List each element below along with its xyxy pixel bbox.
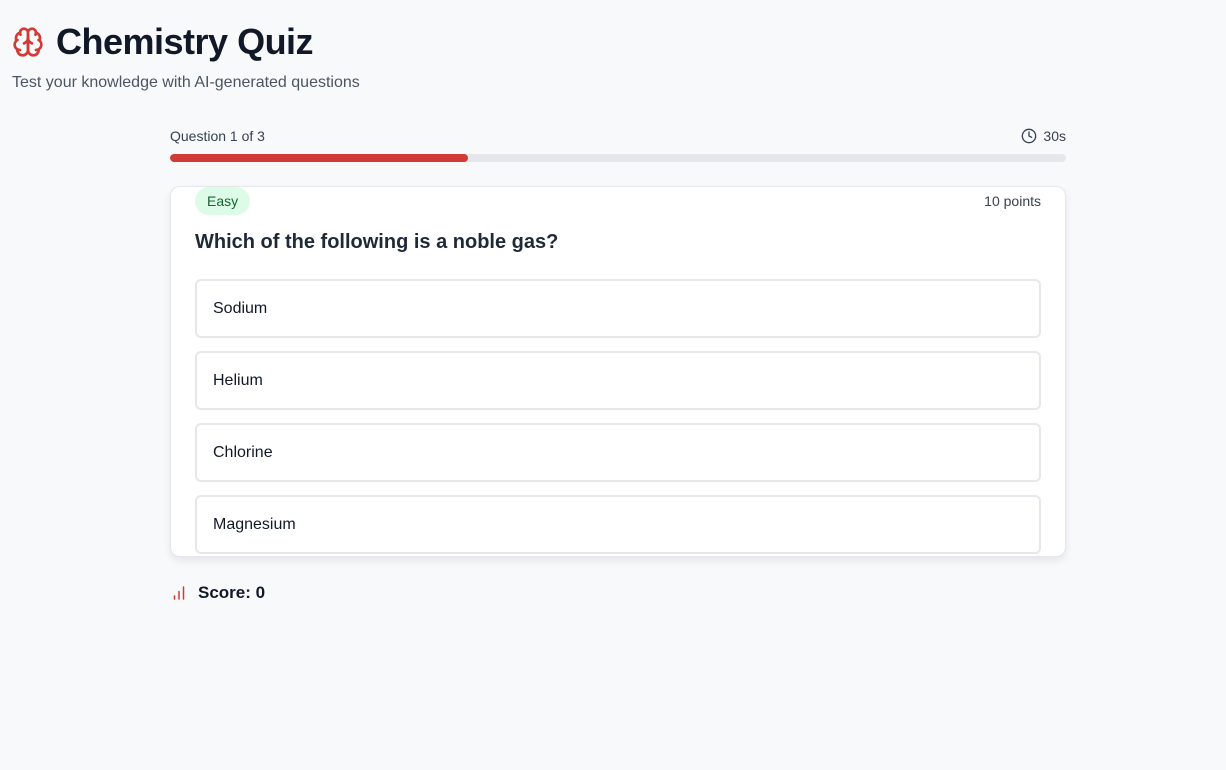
- question-text: Which of the following is a noble gas?: [195, 231, 559, 253]
- page-header: Chemistry Quiz Test your knowledge with …: [12, 20, 360, 92]
- title-row: Chemistry Quiz: [12, 20, 360, 64]
- question-counter: Question 1 of 3: [170, 128, 265, 144]
- answer-option[interactable]: Sodium: [195, 279, 1041, 338]
- question-card: Easy 10 points Which of the following is…: [170, 186, 1066, 557]
- score-display: Score: 0: [170, 583, 1066, 603]
- answer-option[interactable]: Helium: [195, 351, 1041, 410]
- brain-icon: [12, 26, 44, 58]
- points-label: 10 points: [984, 193, 1041, 209]
- answer-option[interactable]: Magnesium: [195, 495, 1041, 554]
- page-title: Chemistry Quiz: [56, 21, 314, 62]
- quiz-main: Question 1 of 3 30s Easy 10 points Which…: [170, 126, 1066, 603]
- timer: 30s: [1021, 128, 1066, 144]
- timer-value: 30s: [1043, 128, 1066, 144]
- progress-header: Question 1 of 3 30s: [170, 126, 1066, 146]
- progress-bar: [170, 154, 1066, 162]
- question-meta: Easy 10 points: [195, 187, 1041, 215]
- page-subtitle: Test your knowledge with AI-generated qu…: [12, 74, 360, 91]
- difficulty-badge: Easy: [195, 187, 251, 215]
- clock-icon: [1021, 128, 1037, 144]
- answer-option[interactable]: Chlorine: [195, 423, 1041, 482]
- answer-options: Sodium Helium Chlorine Magnesium: [195, 279, 1041, 554]
- progress-bar-fill: [170, 154, 469, 162]
- bar-chart-icon: [170, 584, 188, 602]
- score-label: Score: 0: [198, 583, 266, 602]
